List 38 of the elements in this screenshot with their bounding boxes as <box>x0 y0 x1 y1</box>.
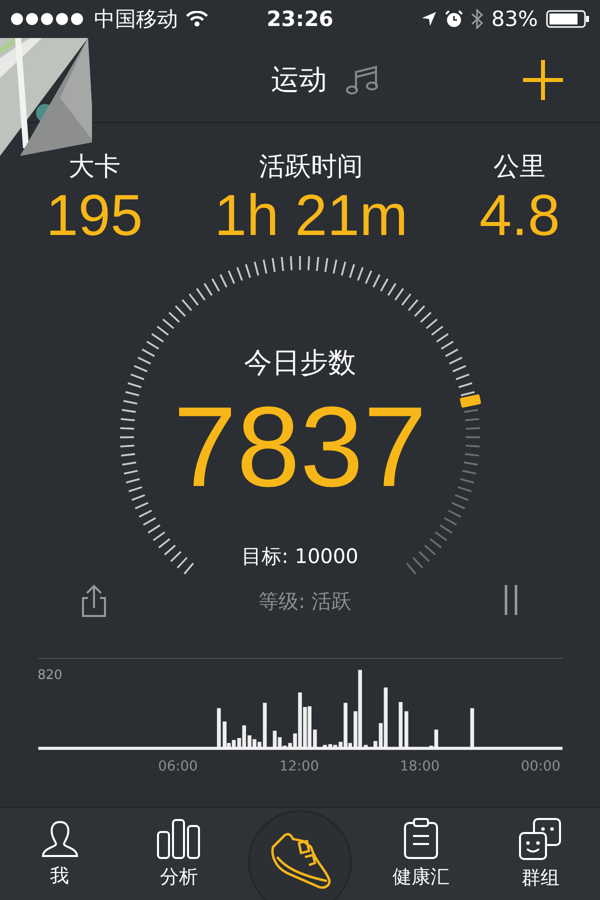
alarm-icon <box>445 10 464 28</box>
goal-text: 目标: 10000 <box>242 542 358 570</box>
time-axis-label: 00:00 <box>520 758 561 774</box>
stat-label: 大卡 <box>68 151 120 184</box>
stat-value: 195 <box>46 184 143 248</box>
location-arrow-icon <box>421 11 438 27</box>
battery-percent: 83% <box>491 7 538 31</box>
steps-label: 今日步数 <box>244 344 356 381</box>
stat-value: 1h 21m <box>214 184 408 248</box>
stat-label: 活跃时间 <box>259 151 364 184</box>
grade-text: 等级: 活跃 <box>258 588 352 615</box>
tab-item[interactable]: 分析 <box>128 809 229 899</box>
share-icon[interactable] <box>80 584 108 618</box>
wifi-icon <box>186 11 208 27</box>
add-icon[interactable] <box>522 59 564 101</box>
tab-item[interactable]: 群组 <box>490 809 590 899</box>
stat-label: 公里 <box>494 151 546 184</box>
gauge-marker <box>460 394 482 408</box>
bar-chart-icon <box>156 818 202 860</box>
battery-icon <box>546 9 590 29</box>
bluetooth-icon <box>471 9 484 29</box>
stat-value: 4.8 <box>479 184 560 248</box>
time-axis-label: 06:00 <box>158 758 198 774</box>
steps-count: 7837 <box>173 382 427 513</box>
page-title: 运动 <box>271 62 327 98</box>
time-axis-label: 12:00 <box>279 758 320 774</box>
tab-item[interactable]: 健康汇 <box>371 809 472 899</box>
tab-item[interactable]: 我 <box>10 809 110 899</box>
person-icon <box>40 819 80 859</box>
smiley-faces-icon <box>518 817 562 861</box>
carrier-name: 中国移动 <box>94 6 178 33</box>
clipboard-icon <box>403 818 440 860</box>
signal-icon <box>10 12 86 26</box>
time-axis-label: 18:00 <box>400 758 440 774</box>
chart-max-label: 820 <box>38 668 62 683</box>
sneaker-icon <box>268 833 331 891</box>
music-note-icon[interactable] <box>345 64 379 96</box>
clock-time: 23:26 <box>266 7 334 31</box>
